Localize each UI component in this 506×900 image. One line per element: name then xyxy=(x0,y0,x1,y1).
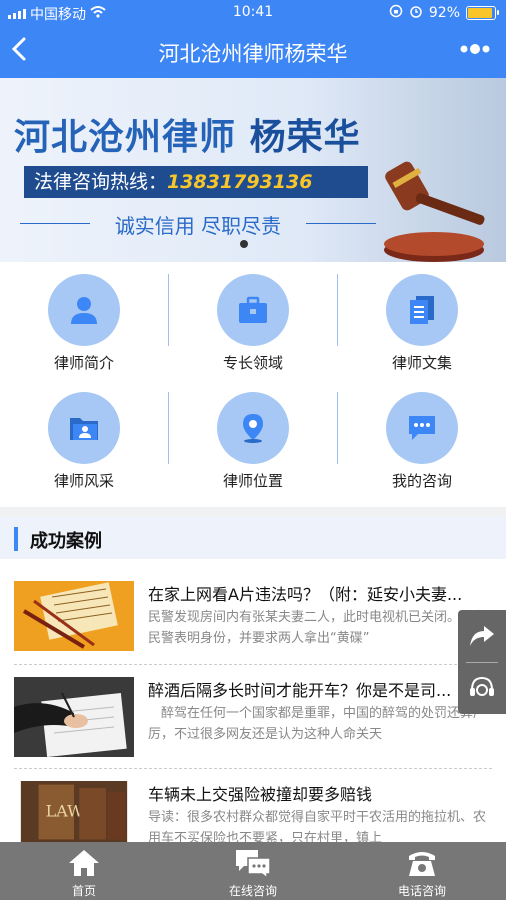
grid-label: 律师风采 xyxy=(53,472,114,490)
service-button[interactable] xyxy=(468,674,496,706)
case-thumbnail xyxy=(14,677,134,757)
status-bar: 中国移动 10:41 92% xyxy=(0,0,506,26)
tab-label: 在线咨询 xyxy=(228,884,277,898)
grid-item-my-consult[interactable]: 我的咨询 xyxy=(338,380,506,500)
case-list-item[interactable]: 在家上网看A片违法吗？（附：延安小夫妻... 民警发现房间内有张某夫妻二人，此时… xyxy=(14,581,492,665)
grid-item-expertise[interactable]: 专长领域 xyxy=(169,262,337,382)
chat-icon xyxy=(236,850,271,880)
case-thumbnail: LAW xyxy=(20,781,128,843)
banner-headline-b: 杨荣华 xyxy=(249,117,361,158)
briefcase-icon xyxy=(239,296,267,323)
section-header: 成功案例 xyxy=(0,517,506,559)
case-title: 车辆未上交强险被撞却要多赔钱 xyxy=(148,785,373,804)
share-button[interactable] xyxy=(468,622,496,654)
chat-bubble-icon xyxy=(409,416,435,440)
home-icon xyxy=(69,850,99,876)
list-divider xyxy=(14,664,492,665)
bottom-tab-bar: 首页 在线咨询 电话咨询 xyxy=(0,842,506,900)
gavel-icon xyxy=(384,161,485,262)
case-thumbnail xyxy=(14,581,134,651)
more-button[interactable] xyxy=(458,36,492,69)
battery-icon xyxy=(466,6,499,20)
banner-hotline: 法律咨询热线：13831793136 xyxy=(24,166,368,198)
function-grid: 律师简介 专长领域 律师文集 律师风采 律师位置 我的咨询 xyxy=(0,262,506,507)
status-right: 92% xyxy=(389,4,499,22)
lock-rotation-icon xyxy=(389,4,403,22)
floating-divider xyxy=(466,662,498,663)
carousel-indicator[interactable] xyxy=(240,240,248,248)
tab-home[interactable]: 首页 xyxy=(0,842,168,900)
telephone-icon xyxy=(409,852,435,876)
share-icon xyxy=(470,626,494,646)
hotline-number: 13831793136 xyxy=(167,171,313,193)
grid-icon-bg xyxy=(386,392,458,464)
grid-label: 律师简介 xyxy=(53,354,114,372)
grid-icon-bg xyxy=(48,274,120,346)
grid-label: 律师位置 xyxy=(222,472,283,490)
floating-actions xyxy=(458,610,506,714)
tab-label: 首页 xyxy=(71,884,96,898)
case-desc: 民警发现房间内有张某夫妻二人，此时电视机已关闭。几名民警表明身份，并要求两人拿出… xyxy=(148,610,487,646)
svg-text:LAW: LAW xyxy=(46,801,84,820)
grid-icon-bg xyxy=(217,392,289,464)
banner-headline-a: 河北沧州律师 xyxy=(14,117,237,158)
location-pin-icon xyxy=(243,414,263,443)
documents-icon xyxy=(410,296,434,324)
hero-banner[interactable]: 河北沧州律师 杨荣华 法律咨询热线：13831793136 诚实信用 尽职尽责 xyxy=(0,78,506,262)
case-desc: 醉驾在任何一个国家都是重罪，中国的醉驾的处罚还算严厉，不过很多网友还是认为这种人… xyxy=(148,706,487,742)
folder-user-icon xyxy=(70,418,98,440)
battery-percent: 92% xyxy=(428,5,460,21)
nav-bar: 河北沧州律师杨荣华 xyxy=(0,26,506,78)
tab-online-consult[interactable]: 在线咨询 xyxy=(169,842,337,900)
case-list-item[interactable]: 醉酒后隔多长时间才能开车？你是不是司... 醉驾在任何一个国家都是重罪，中国的醉… xyxy=(14,677,492,761)
banner-headline: 河北沧州律师 杨荣华 xyxy=(14,108,361,160)
case-title: 醉酒后隔多长时间才能开车？你是不是司... xyxy=(148,681,452,700)
case-title: 在家上网看A片违法吗？（附：延安小夫妻... xyxy=(148,585,463,604)
list-divider xyxy=(14,768,492,769)
section-spacer xyxy=(0,507,506,517)
tab-label: 电话咨询 xyxy=(397,884,446,898)
grid-icon-bg xyxy=(48,392,120,464)
tab-phone-consult[interactable]: 电话咨询 xyxy=(338,842,506,900)
hotline-label: 法律咨询热线： xyxy=(34,171,168,193)
more-dots-icon xyxy=(460,44,490,54)
banner-slogan: 诚实信用 尽职尽责 xyxy=(20,210,376,239)
alarm-icon xyxy=(409,4,423,22)
grid-label: 我的咨询 xyxy=(391,472,452,490)
grid-item-gallery[interactable]: 律师风采 xyxy=(0,380,168,500)
section-title: 成功案例 xyxy=(30,531,102,552)
section-accent-bar xyxy=(14,527,18,551)
grid-item-location[interactable]: 律师位置 xyxy=(169,380,337,500)
grid-item-lawyer-intro[interactable]: 律师简介 xyxy=(0,262,168,382)
grid-icon-bg xyxy=(217,274,289,346)
grid-item-articles[interactable]: 律师文集 xyxy=(338,262,506,382)
page-title: 河北沧州律师杨荣华 xyxy=(158,42,348,66)
grid-icon-bg xyxy=(386,274,458,346)
grid-label: 律师文集 xyxy=(391,354,452,372)
grid-label: 专长领域 xyxy=(222,354,283,372)
customer-service-icon xyxy=(470,676,494,696)
person-icon xyxy=(71,297,97,324)
